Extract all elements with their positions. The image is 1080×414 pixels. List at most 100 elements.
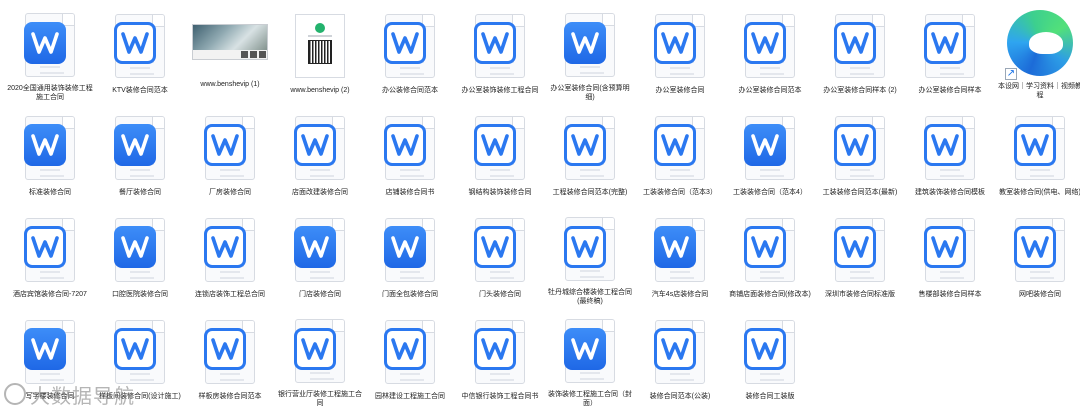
- file-item[interactable]: 办公室装饰装修工程合同: [456, 2, 544, 102]
- watermark-logo-icon: [4, 383, 26, 405]
- file-name-label: 中信银行装饰工程合同书: [461, 393, 539, 400]
- file-item[interactable]: 办公室装修合同样本: [906, 2, 994, 102]
- file-item[interactable]: 深圳市装修合同标准版: [816, 206, 904, 306]
- file-name-label: www.benshevip (2): [290, 87, 350, 94]
- word-document-icon: [828, 214, 892, 286]
- word-document-icon: [108, 112, 172, 184]
- file-name-label: 样板房装修合同范本: [198, 393, 262, 400]
- file-item[interactable]: 教室装修合同(供电、网络): [996, 104, 1080, 204]
- file-item[interactable]: 装饰装修工程施工合同（封面）: [546, 308, 634, 408]
- file-name-label: 口腔医院装修合同: [112, 291, 168, 298]
- file-item[interactable]: KTV装修合同范本: [96, 2, 184, 102]
- word-document-icon: [918, 10, 982, 82]
- word-document-icon: [468, 316, 532, 388]
- file-item[interactable]: 牡丹城综合楼装修工程合同(最终稿): [546, 206, 634, 306]
- file-item[interactable]: 钢结构装饰装修合同: [456, 104, 544, 204]
- file-item[interactable]: 酒店宾馆装修合同-7207: [6, 206, 94, 306]
- file-item[interactable]: 办公装修合同范本: [366, 2, 454, 102]
- edge-browser-icon: ↗: [1005, 8, 1075, 80]
- word-document-icon: [648, 10, 712, 82]
- word-document-icon: [828, 10, 892, 82]
- word-document-icon: [558, 10, 622, 80]
- file-name-label: 装饰装修工程施工合同（封面）: [548, 391, 632, 407]
- file-name-label: 教室装修合同(供电、网络): [999, 189, 1080, 196]
- file-name-label: 门店装修合同: [299, 291, 341, 298]
- file-item[interactable]: 标准装修合同: [6, 104, 94, 204]
- file-item[interactable]: 连锁店装饰工程总合同: [186, 206, 274, 306]
- word-document-icon: [378, 10, 442, 82]
- file-item[interactable]: 门头装修合同: [456, 206, 544, 306]
- file-name-label: 连锁店装饰工程总合同: [195, 291, 265, 298]
- file-name-label: 工程装修合同范本(完整): [552, 189, 628, 196]
- file-name-label: 园林建设工程施工合同: [375, 393, 445, 400]
- file-item[interactable]: 工装装修合同（范本3）: [636, 104, 724, 204]
- file-name-label: 店铺装修合同书: [385, 189, 435, 196]
- file-item[interactable]: 办公室装修合同样本 (2): [816, 2, 904, 102]
- file-item[interactable]: 工装装修合同范本(最新): [816, 104, 904, 204]
- file-name-label: 工装装修合同范本(最新): [822, 189, 898, 196]
- file-item[interactable]: 园林建设工程施工合同: [366, 308, 454, 408]
- word-document-icon: [1008, 214, 1072, 286]
- file-name-label: 装修合同范本(公装): [649, 393, 711, 400]
- word-document-icon: [288, 316, 352, 386]
- file-name-label: 工装装修合同（范本4）: [733, 189, 807, 196]
- file-item[interactable]: 口腔医院装修合同: [96, 206, 184, 306]
- file-item[interactable]: 工装装修合同（范本4）: [726, 104, 814, 204]
- file-name-label: 深圳市装修合同标准版: [825, 291, 895, 298]
- file-item[interactable]: 银行营业厅装修工程施工合同: [276, 308, 364, 408]
- file-item[interactable]: 办公室装修合同: [636, 2, 724, 102]
- word-document-icon: [18, 214, 82, 286]
- word-document-icon: [288, 112, 352, 184]
- file-item[interactable]: 网吧装修合同: [996, 206, 1080, 306]
- word-document-icon: [18, 10, 82, 80]
- file-item[interactable]: ↗ 本设网｜学习资料｜视频教程: [996, 2, 1080, 102]
- file-item[interactable]: 店铺装修合同书: [366, 104, 454, 204]
- file-name-label: 建筑装饰装修合同模板: [915, 189, 985, 196]
- file-item[interactable]: 厂房装修合同: [186, 104, 274, 204]
- word-document-icon: [198, 316, 262, 388]
- file-item[interactable]: 门店装修合同: [276, 206, 364, 306]
- word-document-icon: [468, 214, 532, 286]
- file-item[interactable]: 办公室装修合同(含预算明细): [546, 2, 634, 102]
- shortcut-arrow-icon: ↗: [1005, 68, 1017, 80]
- file-name-label: 钢结构装饰装修合同: [468, 189, 532, 196]
- file-name-label: 售楼部装修合同样本: [918, 291, 982, 298]
- file-name-label: KTV装修合同范本: [112, 87, 168, 94]
- word-document-icon: [378, 214, 442, 286]
- watermark: 大数据导航: [4, 378, 135, 410]
- file-name-label: 厂房装修合同: [209, 189, 251, 196]
- file-item[interactable]: 售楼部装修合同样本: [906, 206, 994, 306]
- file-name-label: 办公室装修合同范本: [738, 87, 802, 94]
- word-document-icon: [648, 316, 712, 388]
- word-document-icon: [648, 214, 712, 286]
- word-document-icon: [198, 112, 262, 184]
- word-document-icon: [828, 112, 892, 184]
- file-item[interactable]: 建筑装饰装修合同模板: [906, 104, 994, 204]
- file-item[interactable]: 装修合同工装版: [726, 308, 814, 408]
- file-item[interactable]: 店面改建装修合同: [276, 104, 364, 204]
- file-name-label: 店面改建装修合同: [292, 189, 348, 196]
- file-item[interactable]: 门面全包装修合同: [366, 206, 454, 306]
- file-item[interactable]: 办公室装修合同范本: [726, 2, 814, 102]
- word-document-icon: [738, 214, 802, 286]
- word-document-icon: [738, 316, 802, 388]
- file-item[interactable]: 汽车4s店装修合同: [636, 206, 724, 306]
- file-item[interactable]: 2020全国通用装饰装修工程施工合同: [6, 2, 94, 102]
- file-item[interactable]: 装修合同范本(公装): [636, 308, 724, 408]
- file-explorer-grid: 2020全国通用装饰装修工程施工合同 KTV装修合同范本 www.benshevip…: [0, 0, 1080, 414]
- file-name-label: 商铺店面装修合同(修改本): [729, 291, 811, 298]
- file-name-label: 办公室装修合同: [655, 87, 705, 94]
- file-item[interactable]: 工程装修合同范本(完整): [546, 104, 634, 204]
- file-name-label: 工装装修合同（范本3）: [643, 189, 717, 196]
- file-item[interactable]: www.benshevip (2): [276, 2, 364, 102]
- file-item[interactable]: 餐厅装修合同: [96, 104, 184, 204]
- file-item[interactable]: 样板房装修合同范本: [186, 308, 274, 408]
- file-item[interactable]: www.benshevip (1): [186, 2, 274, 102]
- file-name-label: 汽车4s店装修合同: [651, 291, 709, 298]
- image-thumbnail: [288, 10, 352, 82]
- file-item[interactable]: 商铺店面装修合同(修改本): [726, 206, 814, 306]
- word-document-icon: [18, 112, 82, 184]
- file-item[interactable]: 中信银行装饰工程合同书: [456, 308, 544, 408]
- word-document-icon: [108, 214, 172, 286]
- word-document-icon: [108, 10, 172, 82]
